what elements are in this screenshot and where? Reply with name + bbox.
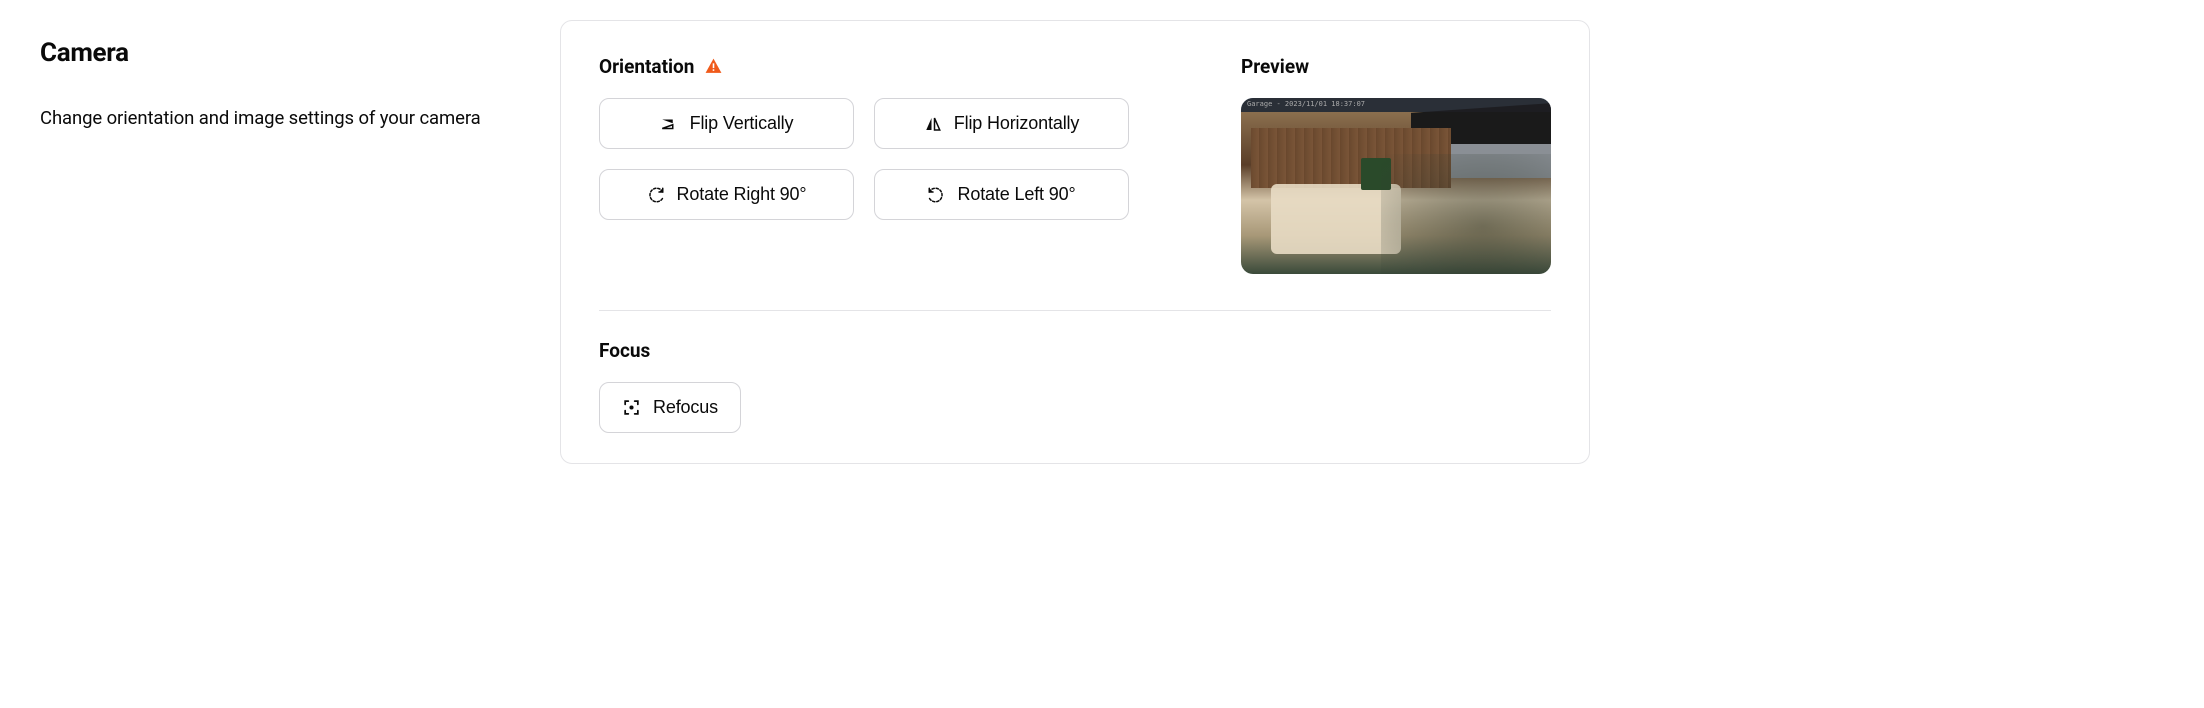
flip-horizontal-icon xyxy=(924,115,942,133)
top-row: Orientation xyxy=(599,55,1551,311)
settings-card: Orientation xyxy=(560,20,1590,464)
section-description: Change orientation and image settings of… xyxy=(40,104,520,133)
refocus-label: Refocus xyxy=(653,397,718,418)
orientation-heading-label: Orientation xyxy=(599,55,694,78)
focus-block: Focus Refocus xyxy=(599,339,1551,433)
orientation-block: Orientation xyxy=(599,55,1201,274)
rotate-left-label: Rotate Left 90° xyxy=(957,184,1075,205)
preview-scene-shadow xyxy=(1381,154,1551,274)
rotate-right-label: Rotate Right 90° xyxy=(677,184,807,205)
focus-heading: Focus xyxy=(599,339,1551,362)
orientation-heading: Orientation xyxy=(599,55,1201,78)
warning-icon xyxy=(704,57,723,76)
rotate-right-icon xyxy=(647,186,665,204)
flip-vertical-icon xyxy=(660,115,678,133)
flip-vertically-label: Flip Vertically xyxy=(690,113,794,134)
rotate-left-button[interactable]: Rotate Left 90° xyxy=(874,169,1129,220)
camera-preview-image: Garage - 2023/11/01 18:37:07 xyxy=(1241,98,1551,274)
rotate-left-icon xyxy=(927,186,945,204)
orientation-button-grid: Flip Vertically Flip Horizontally xyxy=(599,98,1129,220)
refocus-button[interactable]: Refocus xyxy=(599,382,741,433)
preview-overlay-text: Garage - 2023/11/01 18:37:07 xyxy=(1241,98,1551,112)
flip-horizontally-label: Flip Horizontally xyxy=(954,113,1080,134)
section-title: Camera xyxy=(40,38,520,68)
preview-block: Preview Garage - 2023/11/01 18:37:07 xyxy=(1241,55,1551,274)
left-panel: Camera Change orientation and image sett… xyxy=(40,20,520,464)
rotate-right-button[interactable]: Rotate Right 90° xyxy=(599,169,854,220)
flip-vertically-button[interactable]: Flip Vertically xyxy=(599,98,854,149)
refocus-icon xyxy=(622,398,641,417)
flip-horizontally-button[interactable]: Flip Horizontally xyxy=(874,98,1129,149)
camera-settings-container: Camera Change orientation and image sett… xyxy=(40,20,1590,464)
preview-heading: Preview xyxy=(1241,55,1551,78)
